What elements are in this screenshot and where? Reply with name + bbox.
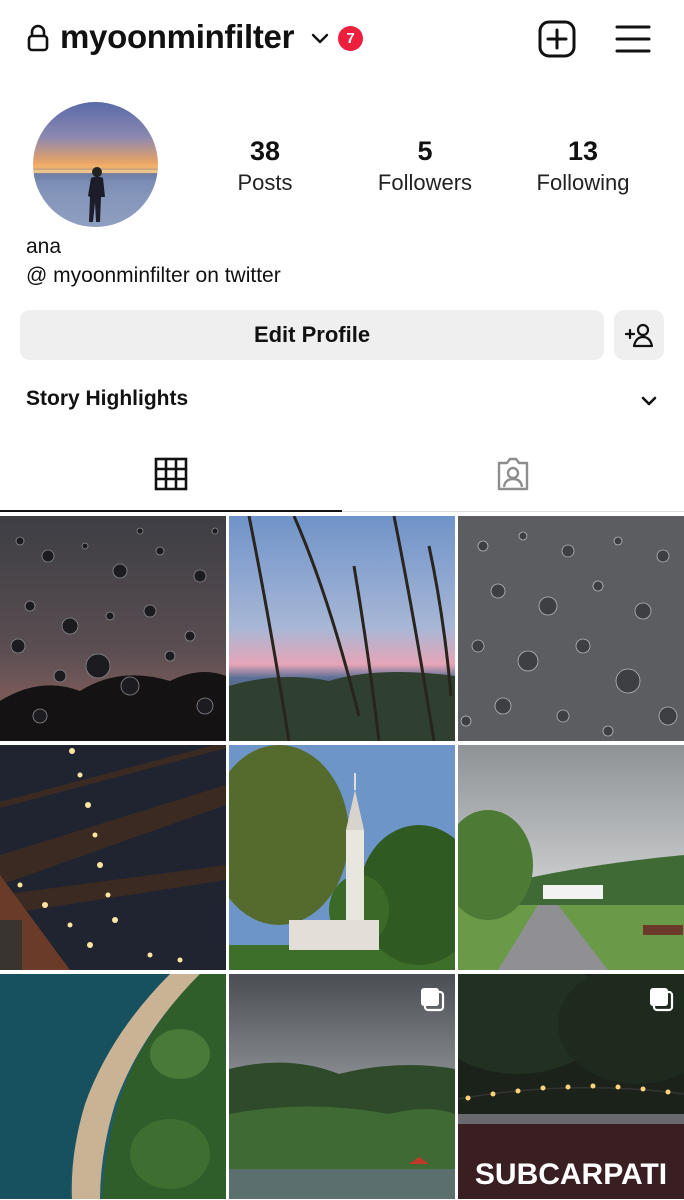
multiple-posts-icon [650, 988, 674, 1012]
post-thumbnail[interactable] [229, 745, 455, 970]
menu-icon[interactable] [614, 22, 652, 56]
lock-icon [27, 24, 49, 52]
followers-count[interactable]: 5 Followers [355, 134, 495, 198]
avatar[interactable] [33, 102, 158, 227]
stage-sign: SUBCARPATI [475, 1158, 667, 1191]
post-image [229, 745, 455, 970]
bio-text: @ myoonminfilter on twitter [26, 264, 281, 287]
notification-badge[interactable]: 7 [338, 26, 363, 51]
chevron-down-icon[interactable] [309, 30, 331, 46]
discover-people-button[interactable] [614, 310, 664, 360]
post-thumbnail[interactable] [0, 974, 226, 1199]
post-image [0, 745, 226, 970]
avatar-photo [33, 167, 158, 227]
posts-count: 38 Posts [195, 134, 335, 198]
following-count[interactable]: 13 Following [513, 134, 653, 198]
display-name: ana [26, 235, 62, 258]
posts-count-label: Posts [237, 170, 293, 195]
following-count-label: Following [536, 170, 630, 195]
edit-profile-button[interactable]: Edit Profile [20, 310, 604, 360]
tagged-person-icon [497, 457, 529, 491]
post-thumbnail[interactable] [229, 974, 455, 1199]
post-thumbnail[interactable] [458, 745, 684, 970]
followers-count-value: 5 [417, 136, 433, 166]
post-thumbnail[interactable]: SUBCARPATI [458, 974, 684, 1199]
following-count-value: 13 [567, 136, 599, 166]
tab-posts-grid[interactable] [0, 440, 342, 512]
chevron-down-icon[interactable] [639, 394, 659, 408]
grid-icon [154, 457, 188, 491]
posts-count-value: 38 [249, 136, 281, 166]
post-thumbnail[interactable] [458, 516, 684, 741]
profile-header: myoonminfilter 7 [0, 0, 684, 80]
multiple-posts-icon [421, 988, 445, 1012]
post-thumbnail[interactable] [0, 516, 226, 741]
create-post-icon[interactable] [538, 20, 576, 58]
username-switcher[interactable]: myoonminfilter [60, 18, 294, 56]
followers-count-label: Followers [377, 170, 473, 195]
post-thumbnail[interactable] [0, 745, 226, 970]
post-image [458, 516, 684, 741]
story-highlights-heading[interactable]: Story Highlights [26, 387, 188, 411]
post-image [229, 516, 455, 741]
tab-tagged[interactable] [342, 440, 684, 512]
post-image [0, 974, 226, 1199]
post-image [458, 745, 684, 970]
add-person-icon [625, 323, 653, 348]
post-thumbnail[interactable] [229, 516, 455, 741]
post-image [0, 516, 226, 741]
